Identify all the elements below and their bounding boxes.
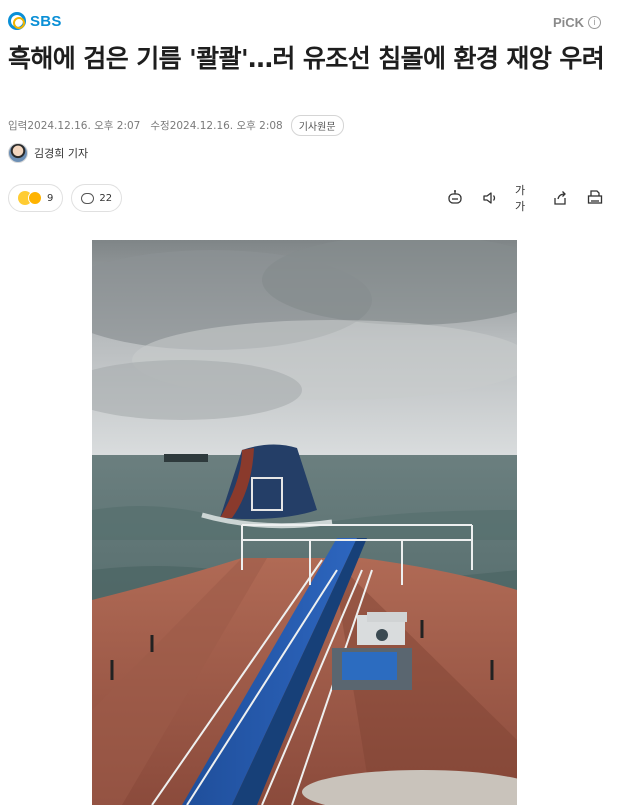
emoji-reaction-button[interactable]: 9: [8, 184, 64, 212]
robot-summary-icon: [448, 190, 462, 204]
edit-label: 수정: [150, 120, 170, 132]
sbs-logo[interactable]: SBS: [8, 12, 62, 30]
emoji-count: 9: [47, 192, 54, 204]
original-article-button[interactable]: 기사원문: [290, 115, 344, 136]
edit-time: 2024.12.16. 오후 2:08: [169, 120, 283, 132]
pick-badge[interactable]: PiCK i: [553, 15, 601, 30]
article-headline: 흑해에 검은 기름 '콸콸'…러 유조선 침몰에 환경 재앙 우려: [8, 44, 605, 73]
info-icon[interactable]: i: [588, 16, 601, 29]
print-button[interactable]: [585, 188, 605, 208]
reaction-bar: 9 22: [8, 184, 123, 212]
sbs-logo-icon: [8, 12, 26, 30]
comment-button[interactable]: 22: [71, 184, 123, 212]
reporter-info[interactable]: 김경희 기자: [8, 143, 88, 163]
input-time: 2024.12.16. 오후 2:07: [27, 120, 141, 132]
thumbs-emoji-icon: [28, 191, 42, 205]
summary-button[interactable]: [445, 188, 465, 208]
pick-label: PiCK: [552, 15, 584, 30]
reporter-name: 김경희 기자: [34, 147, 89, 160]
article-meta: 입력 2024.12.16. 오후 2:07 수정 2024.12.16. 오후…: [8, 115, 344, 136]
share-button[interactable]: [550, 188, 570, 208]
print-icon: [587, 190, 603, 204]
audio-button[interactable]: [480, 188, 500, 208]
font-size-button[interactable]: 가가: [515, 184, 535, 213]
share-icon: [554, 191, 566, 205]
article-photo: [92, 240, 517, 805]
article-tools: 가가: [445, 184, 605, 213]
speaker-icon: [483, 192, 496, 204]
top-bar: SBS PiCK i: [0, 0, 623, 40]
comment-icon: [81, 192, 95, 204]
input-label: 입력: [8, 120, 28, 132]
logo-text: SBS: [30, 12, 62, 30]
reporter-avatar: [8, 143, 28, 163]
sinking-tanker-photo: [92, 240, 517, 805]
comment-count: 22: [99, 192, 113, 204]
